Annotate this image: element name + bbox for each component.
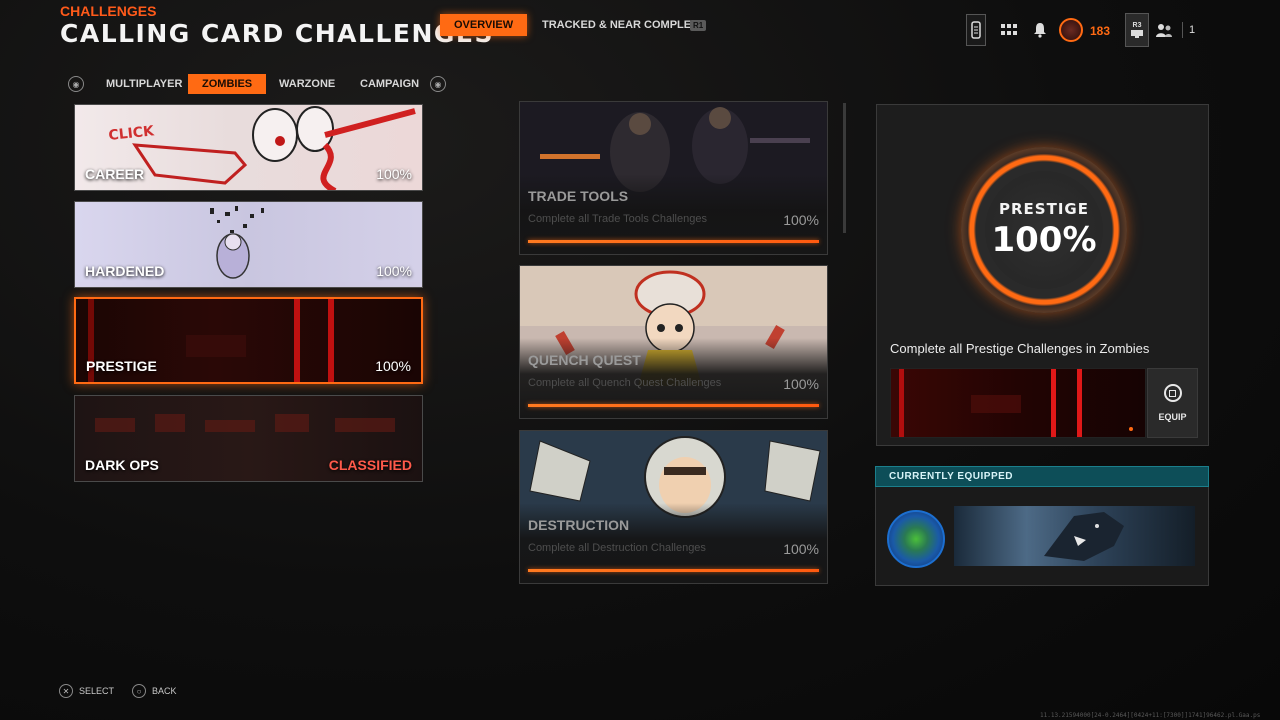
category-progress: 100% bbox=[376, 263, 412, 279]
equipped-emblem[interactable] bbox=[887, 510, 945, 568]
category-card-prestige[interactable]: PRESTIGE 100% bbox=[74, 297, 423, 384]
tab-campaign[interactable]: CAMPAIGN bbox=[346, 74, 433, 94]
challenge-progress-bar bbox=[528, 240, 819, 243]
r3-hint: R3 bbox=[1132, 21, 1142, 29]
category-label: DARK OPS bbox=[85, 457, 159, 473]
tab-overview[interactable]: OVERVIEW bbox=[440, 14, 528, 36]
progress-fill bbox=[528, 240, 819, 243]
detail-description: Complete all Prestige Challenges in Zomb… bbox=[890, 341, 1150, 356]
svg-text:CLICK: CLICK bbox=[108, 123, 156, 144]
equipped-calling-card[interactable] bbox=[954, 506, 1195, 566]
rank-emblem-icon[interactable] bbox=[1058, 14, 1084, 46]
category-card-career[interactable]: CLICK CAREER 100% bbox=[74, 104, 423, 191]
challenge-description: Complete all Destruction Challenges bbox=[528, 542, 706, 554]
challenge-card-destruction[interactable]: DESTRUCTION Complete all Destruction Cha… bbox=[519, 430, 828, 584]
r1-bumper-hint: R1 bbox=[690, 20, 707, 31]
page-title: CALLING CARD CHALLENGES bbox=[60, 19, 494, 48]
equip-label: EQUIP bbox=[1158, 412, 1187, 422]
challenge-card-quench-quest[interactable]: QUENCH QUEST Complete all Quench Quest C… bbox=[519, 265, 828, 419]
l1-bumper-icon[interactable]: ◉ bbox=[68, 76, 84, 92]
breadcrumb: CHALLENGES bbox=[60, 3, 157, 19]
rank-value: 183 bbox=[1090, 24, 1111, 38]
challenge-description: Complete all Trade Tools Challenges bbox=[528, 213, 707, 225]
controller-icon[interactable] bbox=[966, 14, 986, 46]
challenge-card-trade-tools[interactable]: TRADE TOOLS Complete all Trade Tools Cha… bbox=[519, 101, 828, 255]
square-button-icon bbox=[1163, 384, 1182, 402]
category-classified: CLASSIFIED bbox=[328, 457, 412, 473]
notification-bell-icon[interactable] bbox=[1029, 14, 1051, 46]
tab-zombies[interactable]: ZOMBIES bbox=[188, 74, 267, 94]
challenge-title: QUENCH QUEST bbox=[528, 352, 641, 368]
tab-multiplayer[interactable]: MULTIPLAYER bbox=[92, 74, 196, 94]
build-info: 11.13.21594000[24-0.2464][0424+11:[7300]… bbox=[1040, 712, 1261, 719]
challenge-title: TRADE TOOLS bbox=[528, 188, 629, 204]
category-label: PRESTIGE bbox=[86, 358, 157, 374]
challenge-list-scrollbar[interactable] bbox=[843, 103, 846, 233]
r1-bumper-icon[interactable]: ◉ bbox=[430, 76, 446, 92]
circle-button-icon: ○ bbox=[132, 684, 146, 698]
challenge-progress-bar bbox=[528, 404, 819, 407]
challenge-progress-text: 100% bbox=[783, 541, 819, 557]
social-icon bbox=[1131, 29, 1143, 38]
select-hint[interactable]: ✕ SELECT bbox=[59, 684, 114, 698]
party-count: 1 bbox=[1189, 24, 1196, 36]
calling-card-preview bbox=[890, 368, 1146, 438]
category-card-hardened[interactable]: HARDENED 100% bbox=[74, 201, 423, 288]
currently-equipped-panel bbox=[875, 487, 1209, 586]
cross-button-icon: ✕ bbox=[59, 684, 73, 698]
challenge-progress-bar bbox=[528, 569, 819, 572]
hud-divider bbox=[1182, 22, 1183, 38]
party-icon[interactable] bbox=[1153, 14, 1175, 46]
back-label: BACK bbox=[152, 686, 177, 696]
progress-fill bbox=[528, 404, 819, 407]
challenge-description: Complete all Quench Quest Challenges bbox=[528, 377, 722, 389]
ring-value: 100% bbox=[991, 220, 1097, 260]
back-hint[interactable]: ○ BACK bbox=[132, 684, 177, 698]
r3-social-button[interactable]: R3 bbox=[1125, 13, 1149, 47]
category-label: HARDENED bbox=[85, 263, 165, 279]
category-card-dark-ops[interactable]: DARK OPS CLASSIFIED bbox=[74, 395, 423, 482]
calling-card-art bbox=[899, 369, 1133, 437]
select-label: SELECT bbox=[79, 686, 115, 696]
grid-menu-icon[interactable] bbox=[998, 14, 1020, 46]
progress-ring-center: PRESTIGE 100% bbox=[985, 171, 1103, 289]
progress-fill bbox=[528, 569, 819, 572]
category-progress: 100% bbox=[375, 358, 411, 374]
tab-warzone[interactable]: WARZONE bbox=[265, 74, 349, 94]
currently-equipped-header: CURRENTLY EQUIPPED bbox=[875, 466, 1209, 487]
challenge-progress-text: 100% bbox=[783, 376, 819, 392]
prestige-progress-ring: PRESTIGE 100% bbox=[961, 147, 1127, 313]
werewolf-card-art bbox=[1044, 512, 1124, 561]
category-progress: 100% bbox=[376, 166, 412, 182]
ring-label: PRESTIGE bbox=[999, 200, 1089, 218]
challenge-title: DESTRUCTION bbox=[528, 517, 630, 533]
challenge-progress-text: 100% bbox=[783, 212, 819, 228]
challenge-detail-panel: PRESTIGE 100% Complete all Prestige Chal… bbox=[876, 104, 1209, 446]
category-label: CAREER bbox=[85, 166, 145, 182]
equip-button[interactable]: EQUIP bbox=[1147, 368, 1198, 438]
